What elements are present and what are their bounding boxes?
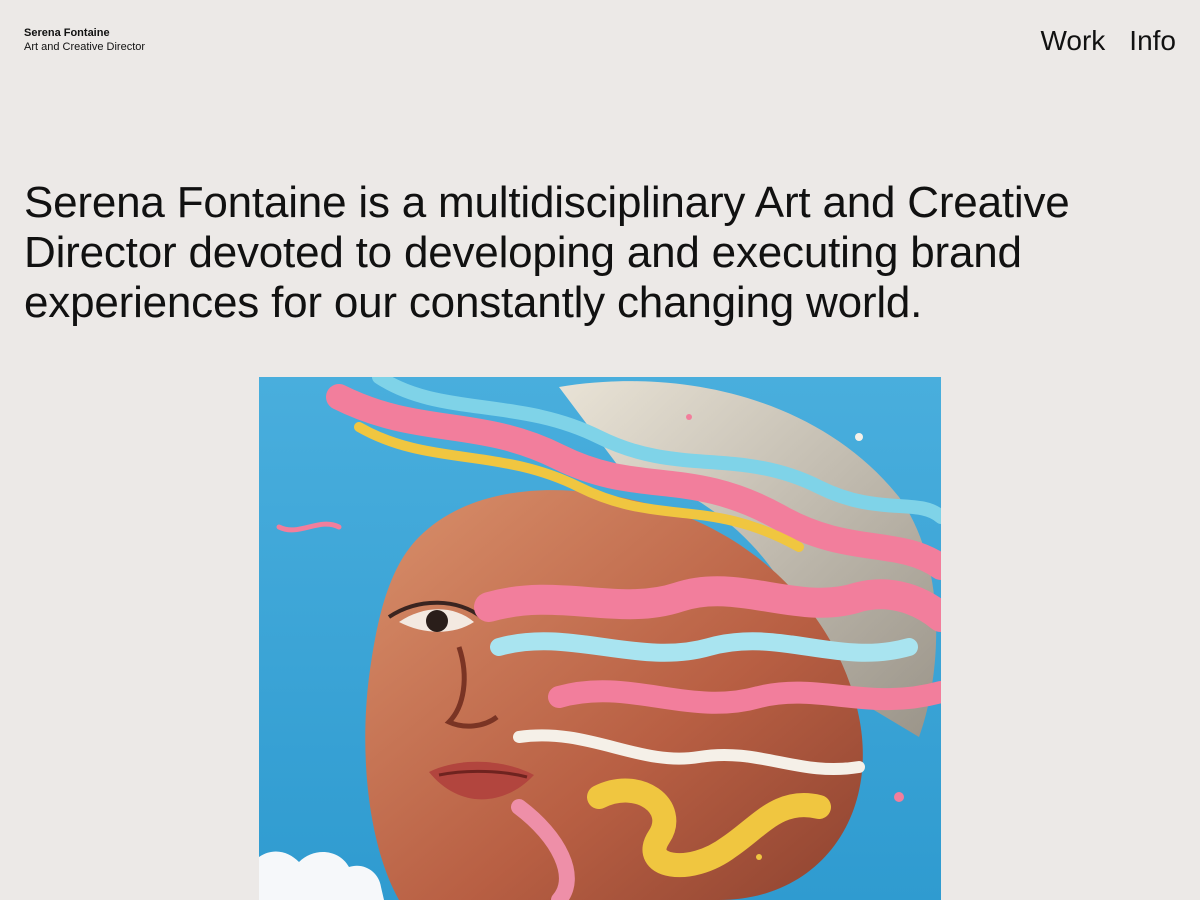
page: Serena Fontaine Art and Creative Directo… bbox=[0, 0, 1200, 900]
brand-name: Serena Fontaine bbox=[24, 27, 110, 39]
brand-role: Art and Creative Director bbox=[24, 41, 146, 53]
brand-block[interactable]: Serena Fontaine Art and Creative Directo… bbox=[24, 26, 145, 55]
hero-image bbox=[259, 377, 941, 900]
nav-link-info[interactable]: Info bbox=[1129, 24, 1176, 58]
portrait-artwork-icon bbox=[259, 377, 941, 900]
nav-link-work[interactable]: Work bbox=[1040, 24, 1105, 58]
main-nav: Work Info bbox=[1040, 24, 1176, 58]
intro-statement: Serena Fontaine is a multidisciplinary A… bbox=[24, 178, 1070, 327]
